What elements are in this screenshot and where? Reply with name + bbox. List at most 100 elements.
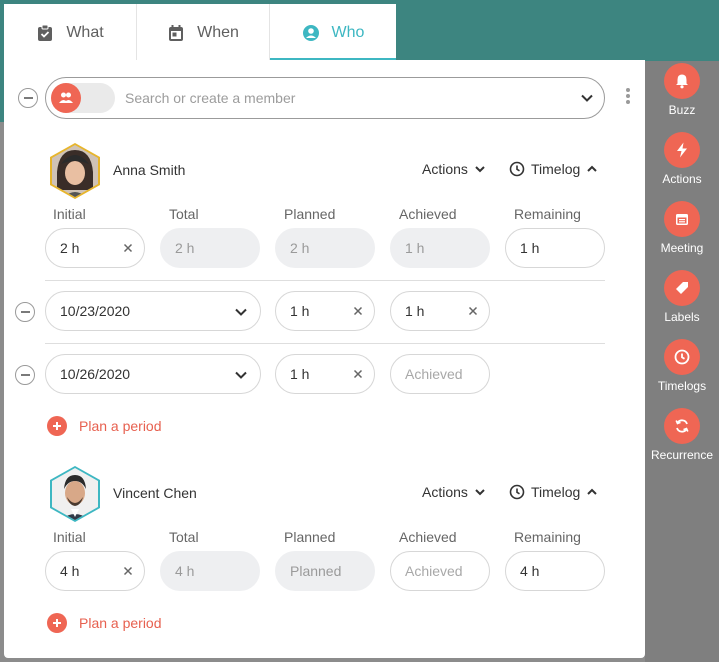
column-initial: Initial [53, 206, 86, 222]
who-panel: Search or create a member Anna Smith Act… [4, 60, 645, 658]
plan-period-button[interactable]: Plan a period [47, 416, 162, 436]
planned-value: 2 h [290, 240, 310, 256]
achieved-field: Achieved [390, 551, 490, 591]
chevron-down-icon [475, 166, 485, 173]
column-achieved: Achieved [399, 206, 457, 222]
clear-icon[interactable] [352, 368, 364, 380]
side-timelogs-button[interactable]: Timelogs [645, 339, 719, 393]
planned-field: Planned [275, 551, 375, 591]
actions-dropdown[interactable]: Actions [422, 161, 486, 177]
chevron-up-icon [587, 488, 597, 495]
remove-search-button[interactable] [18, 88, 38, 108]
remove-period-button[interactable] [15, 302, 35, 322]
user-circle-icon [302, 24, 320, 42]
column-total: Total [169, 206, 199, 222]
member-name: Vincent Chen [113, 485, 197, 501]
side-actions-button[interactable]: Actions [645, 132, 719, 186]
tab-who[interactable]: Who [270, 4, 396, 62]
period-achieved-input[interactable]: Achieved [390, 354, 490, 394]
side-label: Recurrence [650, 448, 714, 462]
tab-when[interactable]: When [137, 4, 270, 62]
timelog-toggle[interactable]: Timelog [509, 161, 598, 177]
total-field: 4 h [160, 551, 260, 591]
remaining-value: 4 h [520, 563, 540, 579]
side-meeting-button[interactable]: Meeting [645, 201, 719, 255]
side-label: Buzz [668, 103, 696, 117]
meeting-calendar-icon [664, 201, 700, 237]
period-date: 10/23/2020 [60, 303, 131, 319]
clock-icon [509, 161, 525, 177]
group-toggle[interactable] [51, 83, 115, 113]
side-recurrence-button[interactable]: Recurrence [645, 408, 719, 462]
initial-value: 4 h [60, 563, 80, 579]
period-date-select[interactable]: 10/26/2020 [45, 354, 261, 394]
achieved-placeholder: Achieved [405, 563, 463, 579]
initial-input[interactable]: 2 h [45, 228, 145, 268]
column-remaining: Remaining [514, 206, 581, 222]
period-date: 10/26/2020 [60, 366, 131, 382]
clear-icon[interactable] [122, 565, 134, 577]
side-buzz-button[interactable]: Buzz [645, 63, 719, 117]
bolt-icon [664, 132, 700, 168]
column-planned: Planned [284, 529, 336, 545]
period-achieved-placeholder: Achieved [405, 366, 463, 382]
bell-icon [664, 63, 700, 99]
search-input[interactable]: Search or create a member [125, 90, 580, 106]
side-label: Labels [664, 310, 700, 324]
tab-label: What [66, 24, 104, 41]
achieved-value: 1 h [405, 240, 425, 256]
member-search-box[interactable]: Search or create a member [45, 77, 605, 119]
period-planned-value: 1 h [290, 366, 310, 382]
column-total: Total [169, 529, 199, 545]
timelog-label: Timelog [531, 161, 581, 177]
side-label: Actions [662, 172, 702, 186]
actions-label: Actions [422, 161, 468, 177]
actions-dropdown[interactable]: Actions [422, 484, 486, 500]
clock-icon [509, 484, 525, 500]
chevron-down-icon[interactable] [580, 91, 594, 105]
remaining-field: 4 h [505, 551, 605, 591]
label-tag-icon [664, 270, 700, 306]
divider [45, 280, 605, 281]
avatar-anna-smith [50, 143, 100, 199]
plan-period-button[interactable]: Plan a period [47, 613, 162, 633]
remove-period-button[interactable] [15, 365, 35, 385]
clock-icon [664, 339, 700, 375]
actions-label: Actions [422, 484, 468, 500]
chevron-down-icon [235, 308, 247, 316]
column-initial: Initial [53, 529, 86, 545]
total-value: 2 h [175, 240, 195, 256]
remaining-field: 1 h [505, 228, 605, 268]
clear-icon[interactable] [352, 305, 364, 317]
total-field: 2 h [160, 228, 260, 268]
more-options-icon[interactable] [626, 88, 630, 104]
side-label: Meeting [660, 241, 704, 255]
period-planned-input[interactable]: 1 h [275, 354, 375, 394]
period-achieved-input[interactable]: 1 h [390, 291, 490, 331]
period-date-select[interactable]: 10/23/2020 [45, 291, 261, 331]
recurrence-sync-icon [664, 408, 700, 444]
initial-value: 2 h [60, 240, 80, 256]
side-labels-button[interactable]: Labels [645, 270, 719, 324]
plan-period-label: Plan a period [79, 418, 162, 434]
avatar-vincent-chen [50, 466, 100, 522]
clear-icon[interactable] [467, 305, 479, 317]
plus-icon [47, 613, 67, 633]
tab-what[interactable]: What [4, 4, 137, 62]
timelog-label: Timelog [531, 484, 581, 500]
chevron-down-icon [475, 489, 485, 496]
group-users-icon [51, 83, 81, 113]
calendar-icon [167, 24, 185, 42]
remaining-value: 1 h [520, 240, 540, 256]
chevron-down-icon [235, 371, 247, 379]
plan-period-label: Plan a period [79, 615, 162, 631]
tab-label: When [197, 24, 239, 41]
period-planned-input[interactable]: 1 h [275, 291, 375, 331]
tab-bar: What When Who [4, 4, 396, 62]
timelog-toggle[interactable]: Timelog [509, 484, 598, 500]
column-achieved: Achieved [399, 529, 457, 545]
initial-input[interactable]: 4 h [45, 551, 145, 591]
period-planned-value: 1 h [290, 303, 310, 319]
clear-icon[interactable] [122, 242, 134, 254]
chevron-up-icon [587, 165, 597, 172]
